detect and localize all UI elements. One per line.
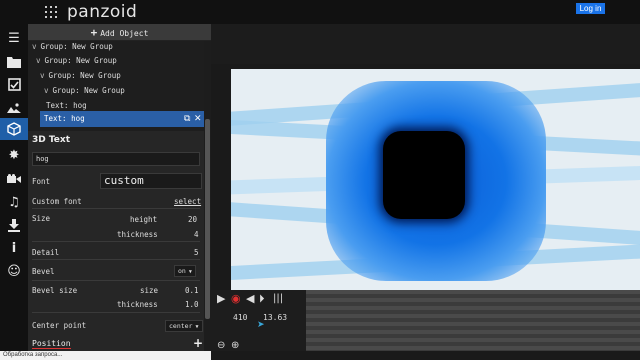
status-bar-filler xyxy=(211,351,640,360)
chevron-down-icon[interactable]: v xyxy=(44,86,49,95)
playhead-cursor-icon[interactable]: ➤ xyxy=(257,320,265,330)
object-panel: + Add Object v Group: New Group v Group: Ne… xyxy=(28,24,211,351)
divider xyxy=(32,208,200,209)
center-point-label: Center point xyxy=(32,321,87,330)
zoom-out-icon[interactable]: ⊖ xyxy=(217,340,225,351)
step-forward-icon[interactable]: ⏵ xyxy=(259,293,265,305)
tree-item-selected[interactable]: Text: hog ⧉ ✕ xyxy=(40,111,204,127)
divider xyxy=(32,312,200,313)
apps-grid-icon[interactable] xyxy=(45,6,57,18)
detail-label: Detail xyxy=(32,248,60,257)
height-label: height xyxy=(130,215,158,224)
select-font-link[interactable]: select xyxy=(174,197,201,206)
center-point-select[interactable]: center ▼ xyxy=(165,320,203,332)
tree-item[interactable]: v Group: New Group xyxy=(44,84,125,98)
bevel-thickness-value[interactable]: 1.0 xyxy=(185,300,199,309)
bevel-select[interactable]: on ▼ xyxy=(174,265,196,277)
play-icon[interactable]: ▶ xyxy=(217,293,225,305)
divider xyxy=(32,241,200,242)
app-window: panzoid Log in ☰ ✸ ♫ i ☺ + Add Object v … xyxy=(0,0,640,360)
height-value[interactable]: 20 xyxy=(188,215,197,224)
add-position-icon[interactable]: + xyxy=(193,336,203,350)
thickness-label: thickness xyxy=(117,230,158,239)
cube-icon[interactable] xyxy=(0,118,28,140)
chevron-down-icon[interactable]: v xyxy=(32,42,37,51)
detail-value[interactable]: 5 xyxy=(194,248,199,257)
checkbox-icon[interactable] xyxy=(6,76,22,92)
zoom-in-icon[interactable]: ⊕ xyxy=(231,340,239,351)
chevron-down-icon: ▼ xyxy=(195,324,199,330)
bevel-thickness-label: thickness xyxy=(117,300,158,309)
selected-item-label: Text: hog xyxy=(44,114,85,123)
tree-item[interactable]: v Group: New Group xyxy=(40,69,121,83)
timeline-controls: ▶ ◉ ◀ ⏵ ||| 410 13.63 ➤ ⊖ ⊕ xyxy=(211,290,306,351)
waveform-icon[interactable]: ||| xyxy=(273,293,283,305)
panel-scrollbar[interactable] xyxy=(204,41,211,351)
image-icon[interactable] xyxy=(6,99,22,115)
chevron-down-icon: ▼ xyxy=(188,269,192,275)
custom-font-label: Custom font xyxy=(32,197,82,206)
music-icon[interactable]: ♫ xyxy=(6,194,22,210)
bevel-size-value[interactable]: 0.1 xyxy=(185,286,199,295)
tree-item[interactable]: v Group: New Group xyxy=(36,54,117,68)
tree-item[interactable]: v Group: New Group xyxy=(32,40,113,54)
brand-logo[interactable]: panzoid xyxy=(67,2,137,22)
info-icon[interactable]: i xyxy=(6,240,22,256)
smiley-icon[interactable]: ☺ xyxy=(6,263,22,279)
time-readout: 13.63 xyxy=(263,313,288,322)
download-icon[interactable] xyxy=(6,217,22,233)
bevel-size-label: Bevel size xyxy=(32,286,78,295)
chevron-down-icon[interactable]: v xyxy=(40,71,45,80)
chevron-down-icon[interactable]: v xyxy=(36,56,41,65)
status-bar: Обработка запроса... xyxy=(0,351,211,360)
duplicate-icon[interactable]: ⧉ xyxy=(184,114,190,124)
tunnel-core xyxy=(383,131,465,219)
viewer-toolbar xyxy=(211,24,640,64)
thickness-value[interactable]: 4 xyxy=(194,230,199,239)
section-title: 3D Text xyxy=(32,135,71,145)
top-bar: panzoid Log in xyxy=(0,0,640,24)
folder-icon[interactable] xyxy=(6,54,22,70)
preview-canvas[interactable] xyxy=(231,69,640,290)
sparkle-icon[interactable]: ✸ xyxy=(6,147,22,163)
menu-icon[interactable]: ☰ xyxy=(6,30,22,46)
bevel-label: Bevel xyxy=(32,267,55,276)
frame-counter: 410 xyxy=(233,313,248,322)
timeline: ▶ ◉ ◀ ⏵ ||| 410 13.63 ➤ ⊖ ⊕ xyxy=(211,290,640,351)
volume-icon[interactable]: ◀ xyxy=(246,293,254,305)
camera-icon[interactable] xyxy=(6,171,22,187)
position-section-label[interactable]: Position xyxy=(32,339,71,349)
bevel-size-sub-label: size xyxy=(140,286,159,295)
add-object-label: Add Object xyxy=(100,29,149,38)
size-label: Size xyxy=(32,214,51,223)
object-name-input[interactable] xyxy=(32,152,200,166)
divider xyxy=(32,259,200,260)
font-input[interactable]: custom xyxy=(100,173,202,189)
plus-icon: + xyxy=(90,26,98,39)
tool-rail: ☰ ✸ ♫ i ☺ xyxy=(0,24,28,351)
scrollbar-thumb[interactable] xyxy=(205,119,210,319)
timeline-tracks[interactable] xyxy=(306,290,640,351)
record-icon[interactable]: ◉ xyxy=(231,293,241,305)
divider xyxy=(32,280,200,281)
font-label: Font xyxy=(32,177,51,186)
preview-area xyxy=(211,64,640,290)
properties-pane: 3D Text Font custom Custom font select S… xyxy=(28,131,204,351)
close-icon[interactable]: ✕ xyxy=(194,114,202,124)
login-button[interactable]: Log in xyxy=(576,3,605,14)
add-object-button[interactable]: + Add Object xyxy=(28,24,211,41)
